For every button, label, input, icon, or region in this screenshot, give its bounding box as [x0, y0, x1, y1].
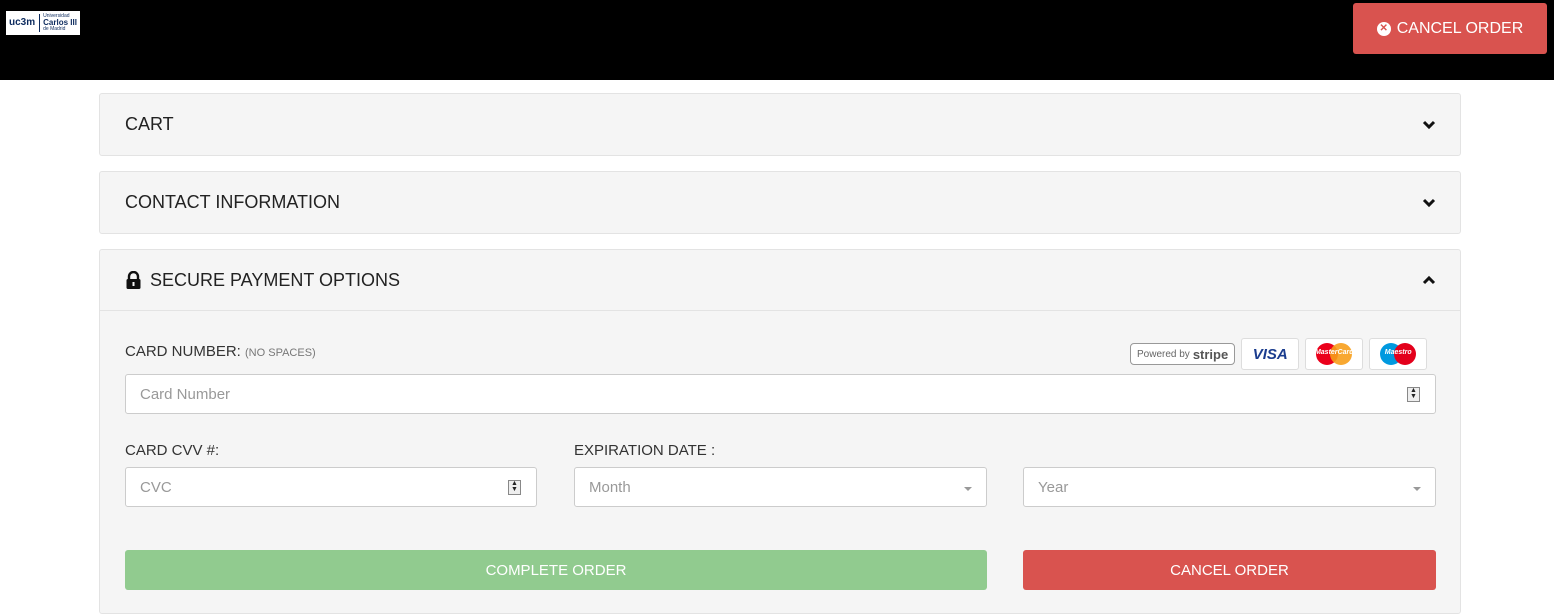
payment-badges: Powered by stripe VISA MasterCard Maestr…: [1130, 338, 1428, 370]
chevron-down-icon: [1422, 120, 1436, 129]
cart-panel-title: CART: [125, 114, 174, 134]
card-number-label-text: CARD NUMBER:: [125, 343, 241, 360]
cancel-order-button[interactable]: CANCEL ORDER: [1023, 550, 1436, 590]
visa-card-icon: VISA: [1241, 338, 1300, 370]
maestro-text: Maestro: [1384, 349, 1412, 356]
cvc-placeholder: CVC: [140, 478, 172, 496]
logo-line-3: de Madrid: [43, 26, 66, 32]
caret-down-icon: [964, 487, 972, 491]
cvc-spinner[interactable]: ▲ ▼: [508, 480, 521, 495]
payment-panel-header[interactable]: SECURE PAYMENT OPTIONS: [100, 250, 1460, 311]
chevron-down-icon: [1422, 198, 1436, 207]
card-number-placeholder: Card Number: [140, 385, 231, 403]
cvc-input[interactable]: CVC ▲ ▼: [125, 467, 537, 507]
payment-panel-title-text: SECURE PAYMENT OPTIONS: [150, 269, 401, 290]
mastercard-text: MasterCard: [1314, 349, 1354, 356]
payment-panel-title: SECURE PAYMENT OPTIONS: [125, 270, 400, 291]
powered-by-stripe-badge: Powered by stripe: [1130, 343, 1236, 365]
stripe-brand-text: stripe: [1192, 346, 1229, 362]
card-number-hint: (NO SPACES): [245, 347, 316, 359]
logo-main-text: uc3m: [9, 14, 41, 32]
maestro-card-icon: Maestro: [1369, 338, 1428, 370]
month-select[interactable]: Month: [574, 467, 987, 507]
caret-down-icon: [1413, 487, 1421, 491]
header-cancel-label: CANCEL ORDER: [1396, 19, 1524, 37]
complete-order-button[interactable]: COMPLETE ORDER: [125, 550, 987, 590]
contact-information-panel: CONTACT INFORMATION: [99, 171, 1461, 234]
expiration-date-label: EXPIRATION DATE :: [574, 442, 716, 459]
cart-panel-header[interactable]: CART: [100, 94, 1460, 155]
cvv-label: CARD CVV #:: [125, 442, 220, 459]
contact-panel-header[interactable]: CONTACT INFORMATION: [100, 172, 1460, 233]
year-select[interactable]: Year: [1023, 467, 1436, 507]
cart-panel: CART: [99, 93, 1461, 156]
card-number-spinner[interactable]: ▲ ▼: [1407, 387, 1420, 402]
visa-text: VISA: [1252, 345, 1288, 363]
top-bar: uc3m Universidad Carlos III de Madrid ✕ …: [0, 0, 1554, 80]
chevron-up-icon: [1422, 275, 1436, 285]
contact-panel-title: CONTACT INFORMATION: [125, 192, 340, 212]
lock-icon: [126, 271, 141, 289]
card-number-input[interactable]: Card Number ▲ ▼: [125, 374, 1436, 414]
times-circle-icon: ✕: [1376, 21, 1391, 36]
secure-payment-panel: SECURE PAYMENT OPTIONS CARD NUMBER: (NO …: [99, 249, 1461, 614]
stripe-powered-text: Powered by: [1137, 348, 1190, 360]
mastercard-icon: MasterCard: [1305, 338, 1364, 370]
card-number-label: CARD NUMBER: (NO SPACES): [125, 343, 316, 360]
month-select-value: Month: [589, 478, 631, 496]
header-cancel-order-button[interactable]: ✕ CANCEL ORDER: [1353, 3, 1547, 54]
year-select-value: Year: [1038, 478, 1069, 496]
logo-sub-text: Universidad Carlos III de Madrid: [40, 14, 77, 32]
uc3m-logo[interactable]: uc3m Universidad Carlos III de Madrid: [6, 11, 80, 35]
